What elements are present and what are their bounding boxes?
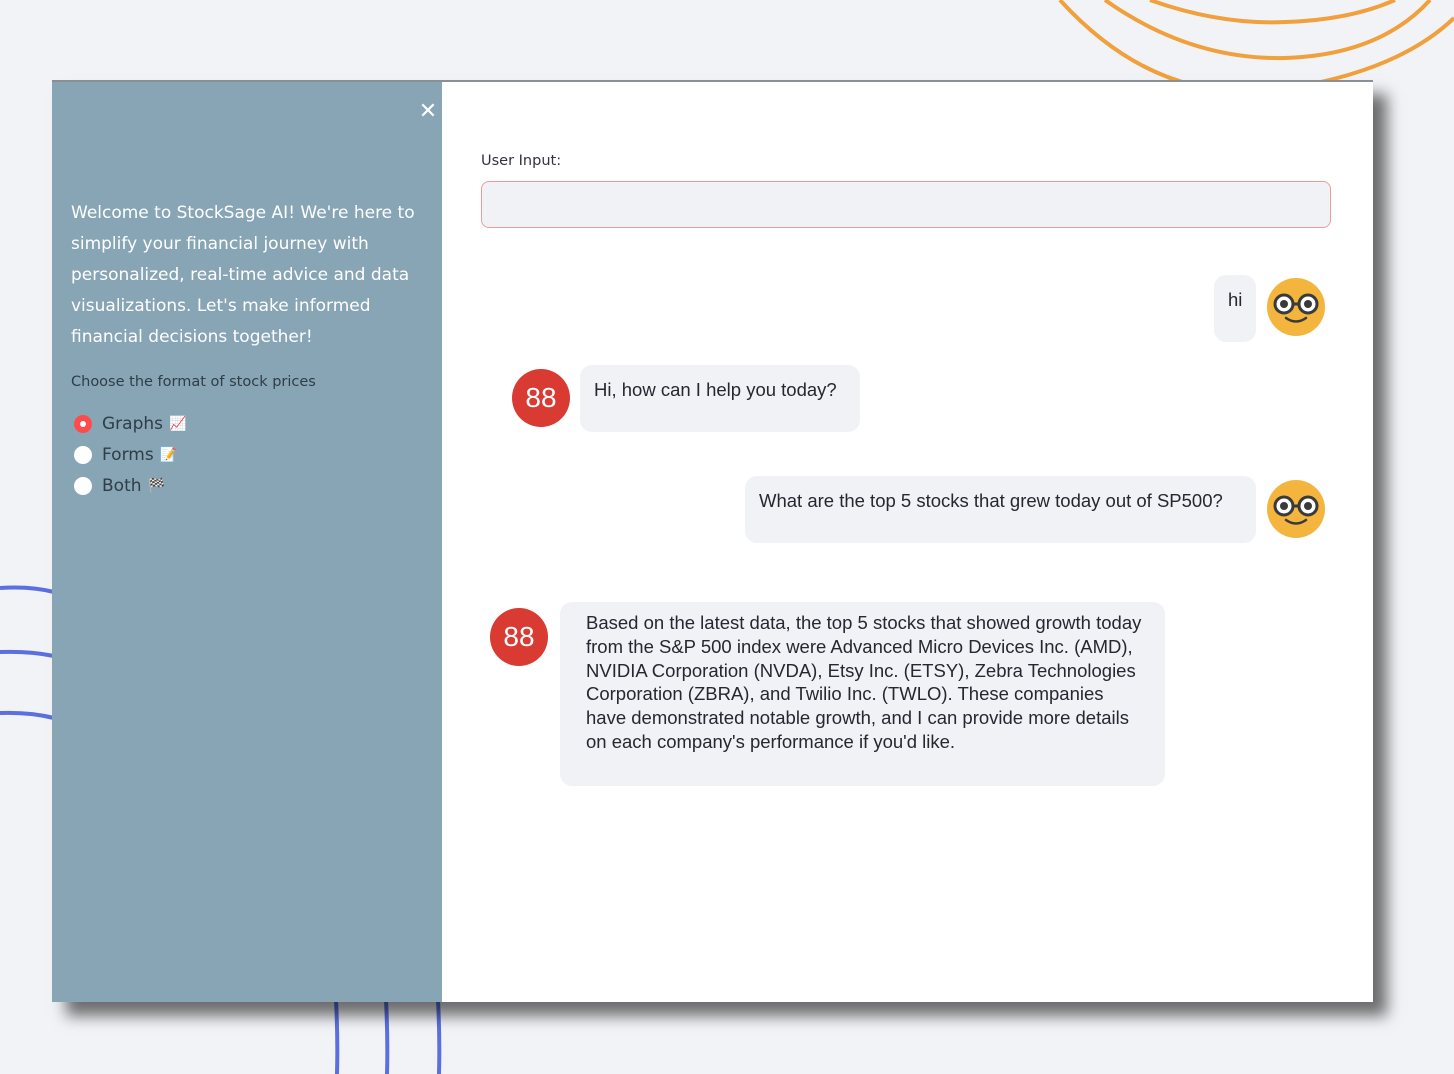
radio-option-both[interactable]: Both 🏁	[74, 470, 186, 501]
close-icon[interactable]: ✕	[416, 100, 440, 124]
avatar-text: 88	[525, 382, 557, 413]
format-label: Choose the format of stock prices	[71, 374, 316, 390]
format-radio-group: Graphs 📈 Forms 📝 Both 🏁	[74, 408, 186, 501]
user-input-field[interactable]	[481, 181, 1331, 228]
radio-label: Forms	[102, 444, 154, 465]
nerd-face-icon	[1267, 278, 1325, 336]
user-input-label: User Input:	[481, 153, 562, 169]
radio-label: Both	[102, 475, 142, 496]
assistant-avatar: 88	[490, 608, 548, 666]
message-text: Hi, how can I help you today?	[594, 379, 837, 400]
assistant-avatar: 88	[512, 369, 570, 427]
radio-button-checked[interactable]	[74, 414, 92, 433]
assistant-message-bubble: Based on the latest data, the top 5 stoc…	[560, 602, 1165, 786]
message-text: What are the top 5 stocks that grew toda…	[759, 490, 1223, 511]
radio-button[interactable]	[74, 445, 92, 464]
avatar-text: 88	[503, 621, 535, 652]
nerd-face-icon	[1267, 480, 1325, 538]
chart-increasing-icon: 📈	[169, 415, 187, 432]
main-panel: User Input: hi 88 Hi, how can I help you…	[442, 82, 1373, 1002]
radio-option-graphs[interactable]: Graphs 📈	[74, 408, 186, 439]
app-window: ✕ Welcome to StockSage AI! We're here to…	[52, 80, 1373, 1002]
user-message-bubble: What are the top 5 stocks that grew toda…	[745, 476, 1256, 543]
flag-icon: 🏁	[147, 477, 165, 494]
message-text: hi	[1228, 289, 1243, 310]
sidebar: ✕ Welcome to StockSage AI! We're here to…	[52, 82, 442, 1002]
radio-button[interactable]	[74, 476, 92, 495]
radio-option-forms[interactable]: Forms 📝	[74, 439, 186, 470]
assistant-message-bubble: Hi, how can I help you today?	[580, 365, 860, 432]
welcome-text: Welcome to StockSage AI! We're here to s…	[71, 203, 415, 347]
memo-icon: 📝	[159, 446, 178, 463]
user-message-bubble: hi	[1214, 275, 1256, 342]
radio-label: Graphs	[102, 413, 164, 434]
message-text: Based on the latest data, the top 5 stoc…	[586, 612, 1142, 752]
